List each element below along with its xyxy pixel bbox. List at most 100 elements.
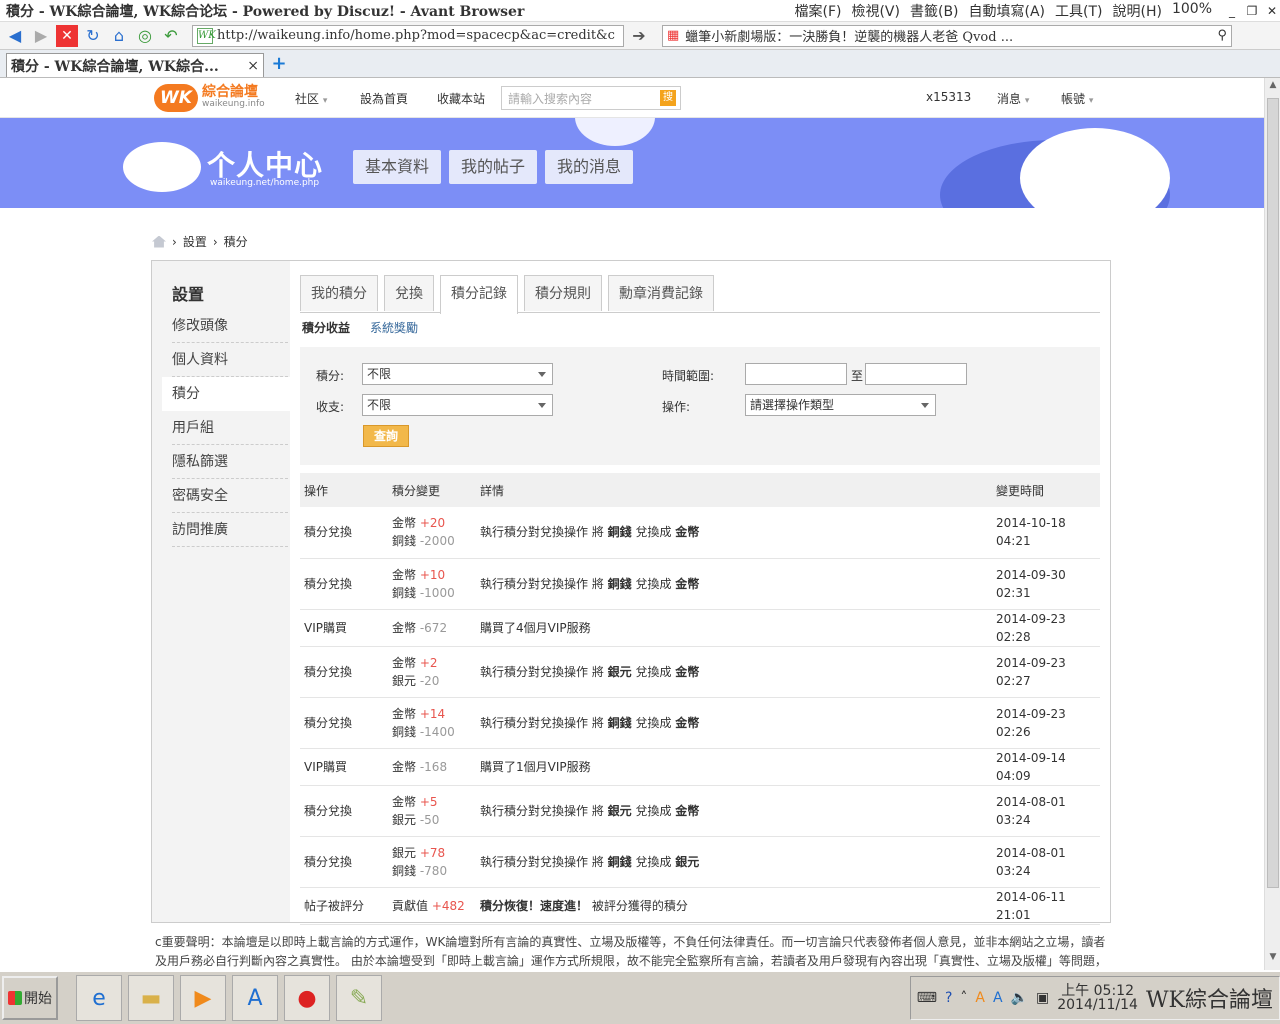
minimize-icon[interactable]: _	[1224, 4, 1240, 18]
scroll-up-icon[interactable]: ▲	[1265, 80, 1280, 96]
io-select[interactable]: 不限	[362, 394, 553, 416]
search-bar[interactable]: ▦ 蠟筆小新劇場版：一決勝負！逆襲的機器人老爸 Qvod ... ⚲	[662, 24, 1232, 47]
row-credit-change: 金幣 +5 銀元 -50	[388, 785, 476, 837]
credit-amount: +5	[419, 794, 438, 809]
browser-tab[interactable]: 積分 - WK綜合論壇, WK綜合... ×	[6, 53, 264, 77]
menu-help[interactable]: 說明(H)	[1113, 1, 1162, 21]
undo-icon[interactable]: ↶	[160, 25, 182, 47]
site-search[interactable]: 請輸入搜索內容 搜	[501, 86, 681, 110]
paint-icon[interactable]: ✎	[336, 975, 382, 1021]
home-icon[interactable]: ⌂	[108, 25, 130, 47]
chevron-up-icon[interactable]: ˄	[960, 990, 967, 1006]
globe-icon[interactable]: ◎	[134, 25, 156, 47]
tab-my-credits[interactable]: 我的積分	[300, 275, 378, 311]
avant-tray-icon[interactable]: A	[975, 990, 985, 1006]
sidebar-item-avatar[interactable]: 修改頭像	[172, 309, 288, 343]
address-bar[interactable]: WK http://waikeung.info/home.php?mod=spa…	[192, 24, 624, 47]
site-search-button[interactable]: 搜	[660, 90, 676, 106]
qvod-player-icon[interactable]: ●	[284, 975, 330, 1021]
taskbar: 開始 e ▬ ▶ A ● ✎ ⌨ ? ˄ A A 🔈 ▣ 上午 05:12 20…	[0, 970, 1280, 1024]
sidebar-item-credits[interactable]: 積分	[162, 377, 290, 411]
start-button[interactable]: 開始	[2, 976, 58, 1020]
tab-close-icon[interactable]: ×	[247, 58, 259, 74]
volume-icon[interactable]: 🔈	[1011, 990, 1028, 1006]
dropdown-arrow-icon	[538, 372, 546, 377]
menu-file[interactable]: 檔案(F)	[794, 1, 841, 21]
scroll-thumb[interactable]	[1267, 98, 1279, 888]
avant-browser-icon[interactable]: A	[232, 975, 278, 1021]
credit-type: 金幣	[392, 759, 417, 774]
table-row: 積分兌換 金幣 +14 銅錢 -1400 執行積分對兌換操作 將 銅錢 兌換成 金幣 2…	[300, 697, 1100, 749]
table-row: 積分兌換 金幣 +5 銀元 -50 執行積分對兌換操作 將 銀元 兌換成 金幣 2014…	[300, 785, 1100, 837]
network-icon[interactable]: ▣	[1036, 990, 1049, 1006]
row-credit-change: 金幣 +14 銅錢 -1400	[388, 697, 476, 749]
credit-select[interactable]: 不限	[362, 363, 553, 385]
internet-explorer-icon[interactable]: e	[76, 975, 122, 1021]
site-logo[interactable]: WK 綜合論壇 waikeung.info	[154, 84, 265, 112]
sidebar-item-profile[interactable]: 個人資料	[172, 343, 288, 377]
detail-text: 執行積分對兌換操作 將	[480, 525, 608, 540]
new-tab-button[interactable]: +	[264, 53, 294, 77]
tab-my-posts[interactable]: 我的帖子	[449, 150, 538, 184]
detail-bold: 金幣	[675, 803, 700, 818]
tab-exchange[interactable]: 兌換	[384, 275, 434, 311]
refresh-icon[interactable]: ↻	[82, 25, 104, 47]
credit-type: 金幣	[392, 794, 417, 809]
tab-medal-log[interactable]: 勳章消費記錄	[608, 275, 714, 311]
tab-credit-rules[interactable]: 積分規則	[524, 275, 602, 311]
menu-tools[interactable]: 工具(T)	[1055, 1, 1102, 21]
zoom-level[interactable]: 100%	[1172, 1, 1212, 21]
folder-icon[interactable]: ▬	[128, 975, 174, 1021]
row-operation: 積分兌換	[300, 507, 388, 559]
username-link[interactable]: x15313	[926, 90, 971, 104]
sidebar-item-usergroup[interactable]: 用戶組	[172, 411, 288, 445]
taskbar-active-app[interactable]: WK綜合論壇	[1146, 982, 1273, 1014]
close-icon[interactable]: ✕	[1264, 4, 1280, 18]
menu-bookmarks[interactable]: 書籤(B)	[910, 1, 959, 21]
nav-bookmark-site[interactable]: 收藏本站	[437, 90, 485, 107]
sidebar-item-promotion[interactable]: 訪問推廣	[172, 513, 288, 547]
clock-date: 2014/11/14	[1057, 997, 1138, 1013]
magnifier-icon[interactable]: ⚲	[1217, 28, 1227, 43]
clock[interactable]: 上午 05:12 2014/11/14	[1057, 984, 1138, 1012]
tab-my-messages[interactable]: 我的消息	[545, 150, 634, 184]
time-from-input[interactable]	[745, 363, 847, 385]
media-player-icon[interactable]: ▶	[180, 975, 226, 1021]
sidebar-item-privacy[interactable]: 隱私篩選	[172, 445, 288, 479]
go-arrow-icon[interactable]: ➔	[628, 25, 650, 47]
credit-type: 銅錢	[392, 534, 417, 549]
operation-select[interactable]: 請選擇操作類型	[745, 394, 936, 416]
messages-menu[interactable]: 消息 ▾	[997, 90, 1029, 107]
restore-icon[interactable]: ❐	[1244, 4, 1260, 18]
banner-url: waikeung.net/home.php	[210, 178, 320, 188]
scroll-down-icon[interactable]: ▼	[1265, 952, 1280, 968]
detail-text: 執行積分對兌換操作 將	[480, 715, 608, 730]
subtab-system-rewards[interactable]: 系統獎勵	[370, 319, 418, 336]
page-viewport: WK 綜合論壇 waikeung.info 社区 ▾ 設為首頁 收藏本站 請輸入…	[0, 78, 1264, 970]
row-details: 執行積分對兌換操作 將 銀元 兌換成 金幣	[476, 646, 992, 698]
menu-view[interactable]: 檢視(V)	[851, 1, 900, 21]
subtab-income[interactable]: 積分收益	[302, 319, 350, 336]
row-credit-change: 貢獻值 +482	[388, 887, 476, 925]
table-row: VIP購買 金幣 -672 購買了4個月VIP服務 2014-09-23 02:28	[300, 609, 1100, 647]
tab-credit-log[interactable]: 積分記錄	[440, 275, 518, 314]
keyboard-icon[interactable]: ⌨	[917, 990, 937, 1006]
back-arrow-icon[interactable]: ◀	[4, 25, 26, 47]
account-menu[interactable]: 帳號 ▾	[1061, 90, 1093, 107]
stop-icon[interactable]: ✕	[56, 24, 78, 47]
page-scrollbar[interactable]: ▲ ▼	[1264, 78, 1280, 970]
site-search-input[interactable]: 請輸入搜索內容	[502, 90, 660, 107]
breadcrumb: › 設置 › 積分	[152, 233, 248, 250]
query-button[interactable]: 查詢	[363, 425, 409, 447]
forward-arrow-icon[interactable]: ▶	[30, 25, 52, 47]
time-to-input[interactable]	[865, 363, 967, 385]
sidebar-item-password[interactable]: 密碼安全	[172, 479, 288, 513]
home-icon[interactable]	[152, 235, 166, 248]
avant-tray-icon-2[interactable]: A	[993, 990, 1003, 1006]
help-icon[interactable]: ?	[945, 990, 952, 1006]
menu-autofill[interactable]: 自動填寫(A)	[969, 1, 1046, 21]
nav-set-homepage[interactable]: 設為首頁	[360, 90, 408, 107]
breadcrumb-settings[interactable]: 設置	[183, 233, 207, 250]
nav-community[interactable]: 社区 ▾	[295, 90, 327, 107]
tab-basic-info[interactable]: 基本資料	[353, 150, 442, 184]
